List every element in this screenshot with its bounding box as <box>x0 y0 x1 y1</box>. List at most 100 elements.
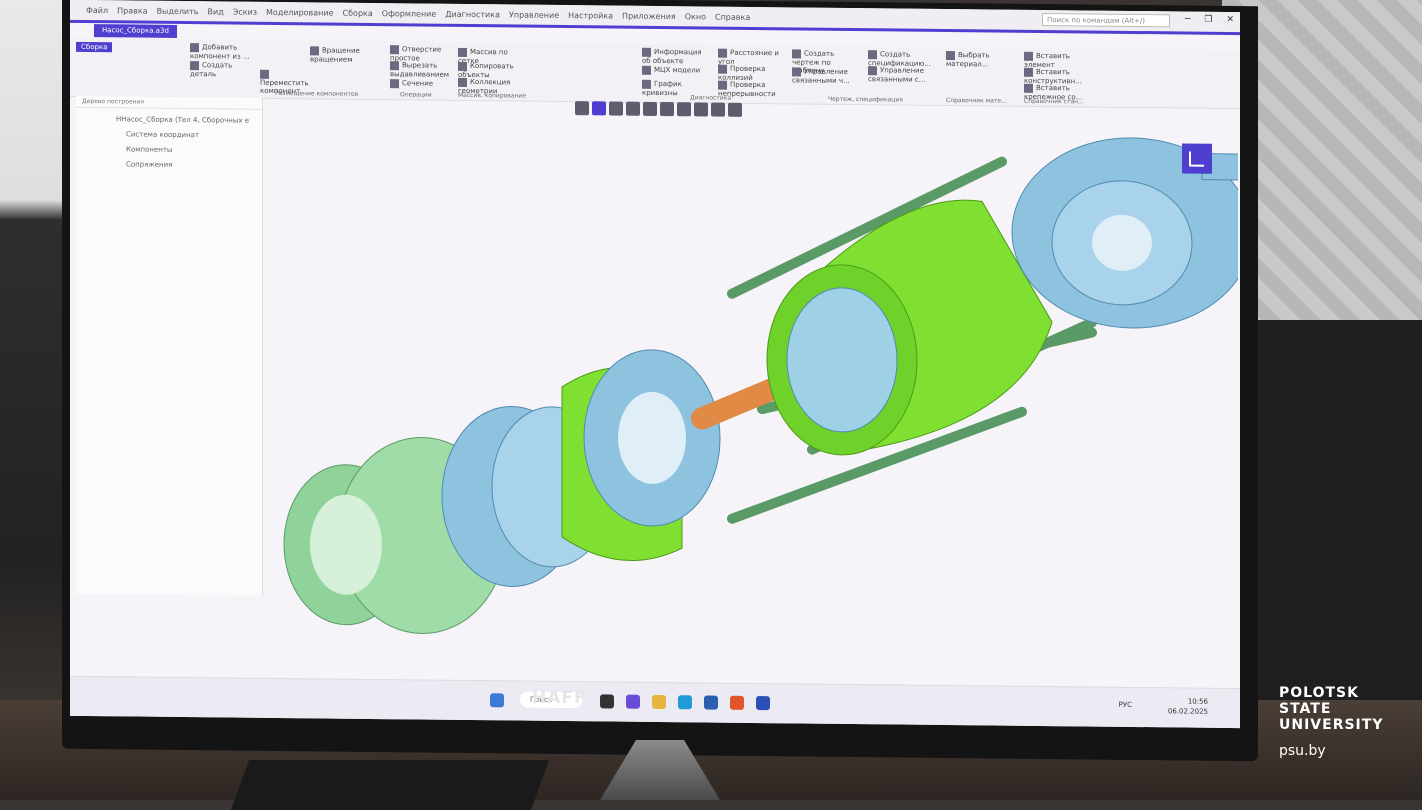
ribbon-cut-extrude[interactable]: Вырезать выдавливанием <box>390 61 450 79</box>
ribbon-tab-assembly[interactable]: Сборка <box>76 41 113 53</box>
menu-edit[interactable]: Правка <box>117 6 147 15</box>
window-controls: ─ ❐ ✕ <box>1185 14 1234 25</box>
settings-view-icon[interactable] <box>728 102 742 117</box>
view-tool-icon[interactable] <box>575 101 589 116</box>
ribbon-create-specification[interactable]: Создать спецификацию... <box>868 50 940 68</box>
ribbon-section[interactable]: Сечение <box>390 79 450 89</box>
snap-icon[interactable] <box>711 102 725 117</box>
edge-icon[interactable] <box>678 695 692 710</box>
ribbon-add-component[interactable]: Добавить компонент из ... <box>190 43 250 61</box>
watermark-line1: POLOTSK <box>1279 685 1359 701</box>
menu-management[interactable]: Управление <box>509 10 559 20</box>
ribbon-hole[interactable]: Отверстие простое <box>390 45 450 63</box>
group-drawing-spec: Чертеж, спецификация <box>828 95 903 104</box>
clock-date: 06.02.2025 <box>1167 707 1208 716</box>
info-icon <box>642 47 651 57</box>
menu-help[interactable]: Справка <box>715 12 750 21</box>
menu-formatting[interactable]: Оформление <box>382 9 437 19</box>
language-indicator[interactable]: РУС <box>1119 701 1132 709</box>
keyboard <box>230 760 550 810</box>
visibility-icon[interactable] <box>677 102 691 117</box>
menu-window[interactable]: Окно <box>685 12 706 21</box>
copy-icon <box>458 61 467 71</box>
group-diagnostics: Диагностика <box>690 94 732 102</box>
group-array: Массив, копирование <box>458 91 527 100</box>
orientation-cube-icon[interactable] <box>1182 143 1212 174</box>
group-placement: Размещение компонентов <box>275 89 359 98</box>
document-tab[interactable]: Насос_Сборка.a3d <box>94 24 177 38</box>
windows-start-icon[interactable] <box>490 693 504 708</box>
specification-icon <box>868 50 877 60</box>
drawing-icon <box>792 49 801 59</box>
ribbon-rotate[interactable]: Вращение вращением <box>310 46 370 64</box>
rotate-icon <box>310 46 319 56</box>
display-mode-icon[interactable] <box>643 101 657 116</box>
menu-diagnostics[interactable]: Диагностика <box>445 9 500 19</box>
tree-item-mates[interactable]: Сопряжения <box>116 157 262 174</box>
grid-array-icon <box>458 47 467 57</box>
section-icon <box>390 79 399 89</box>
diffuser-blue <box>583 349 721 527</box>
menu-settings[interactable]: Настройка <box>568 11 613 20</box>
structural-icon <box>1024 67 1033 77</box>
model-tree-panel: Дерево построения ННасос_Сборка (Тел 4, … <box>76 95 263 596</box>
cut-icon <box>390 61 399 71</box>
menu-modeling[interactable]: Моделирование <box>266 7 334 17</box>
menu-select[interactable]: Выделить <box>157 6 199 15</box>
store-icon[interactable] <box>704 695 718 710</box>
menu-assembly[interactable]: Сборка <box>343 8 373 17</box>
close-button[interactable]: ✕ <box>1226 15 1234 25</box>
collection-icon <box>458 77 467 87</box>
group-operations: Операции <box>400 91 432 99</box>
menu-sketch[interactable]: Эскиз <box>233 7 257 16</box>
command-search-input[interactable]: Поиск по командам (Alt+/) <box>1042 13 1170 28</box>
app-icon[interactable] <box>730 695 744 710</box>
manage-icon <box>792 67 801 77</box>
taskbar: Поиск РУС 10:56 06.02.2025 <box>70 675 1240 729</box>
clock[interactable]: 10:56 06.02.2025 <box>1168 696 1208 716</box>
screen: Файл Правка Выделить Вид Эскиз Моделиров… <box>70 0 1240 729</box>
maximize-button[interactable]: ❐ <box>1204 15 1212 25</box>
monitor: Файл Правка Выделить Вид Эскиз Моделиров… <box>62 0 1258 762</box>
menu-bar: Файл Правка Выделить Вид Эскиз Моделиров… <box>86 5 750 21</box>
ribbon-insert-structural[interactable]: Вставить конструктивн... <box>1024 67 1096 86</box>
collision-icon <box>718 64 727 74</box>
menu-view[interactable]: Вид <box>208 7 224 16</box>
watermark-url: psu.by <box>1279 743 1326 759</box>
ribbon-collision-check[interactable]: Проверка коллизий <box>718 64 786 83</box>
chat-icon[interactable] <box>626 694 640 709</box>
model-tree: ННасос_Сборка (Тел 4, Сборочных е Систем… <box>76 108 262 174</box>
ribbon-distance-angle[interactable]: Расстояние и угол <box>718 48 786 67</box>
ribbon-copy-objects[interactable]: Копировать объекты <box>458 61 518 80</box>
mass-icon <box>642 65 651 75</box>
ribbon-manage-linked-specs[interactable]: Управление связанными с... <box>868 66 940 84</box>
add-component-icon <box>190 43 199 53</box>
minimize-button[interactable]: ─ <box>1185 14 1190 24</box>
menu-apps[interactable]: Приложения <box>622 11 676 21</box>
ribbon-create-part[interactable]: Создать деталь <box>190 61 250 79</box>
watermark-line2: STATE <box>1279 701 1332 717</box>
filter-icon[interactable] <box>694 102 708 117</box>
material-icon <box>946 50 955 61</box>
zoom-icon[interactable] <box>609 101 623 116</box>
menu-file[interactable]: Файл <box>86 5 108 14</box>
insert-icon <box>1024 51 1033 61</box>
tree-item-coordinates[interactable]: Система координат <box>116 127 262 144</box>
tree-item-components[interactable]: Компоненты <box>116 142 262 159</box>
ribbon-manage-linked-drawings[interactable]: Управление связанными ч... <box>792 67 864 85</box>
ribbon-object-info[interactable]: Информация об объекте <box>642 47 712 66</box>
task-view-icon[interactable] <box>600 694 614 709</box>
orient-icon[interactable] <box>626 101 640 116</box>
ribbon-select-material[interactable]: Выбрать материал... <box>946 50 1016 69</box>
folder-icon[interactable] <box>652 694 666 710</box>
section-view-icon[interactable] <box>660 102 674 117</box>
university-watermark: POLOTSK STATE UNIVERSITY psu.by <box>1279 685 1383 759</box>
ribbon-insert-element[interactable]: Вставить элемент <box>1024 51 1096 70</box>
kompas-icon[interactable] <box>756 696 770 711</box>
ribbon-mass-properties[interactable]: МЦХ модели <box>642 65 712 76</box>
assembly-viewport[interactable] <box>262 114 1238 684</box>
view-select-icon[interactable] <box>592 101 606 116</box>
curvature-icon <box>642 79 651 89</box>
manage-spec-icon <box>868 66 877 76</box>
tree-item-root[interactable]: ННасос_Сборка (Тел 4, Сборочных е <box>116 112 262 129</box>
